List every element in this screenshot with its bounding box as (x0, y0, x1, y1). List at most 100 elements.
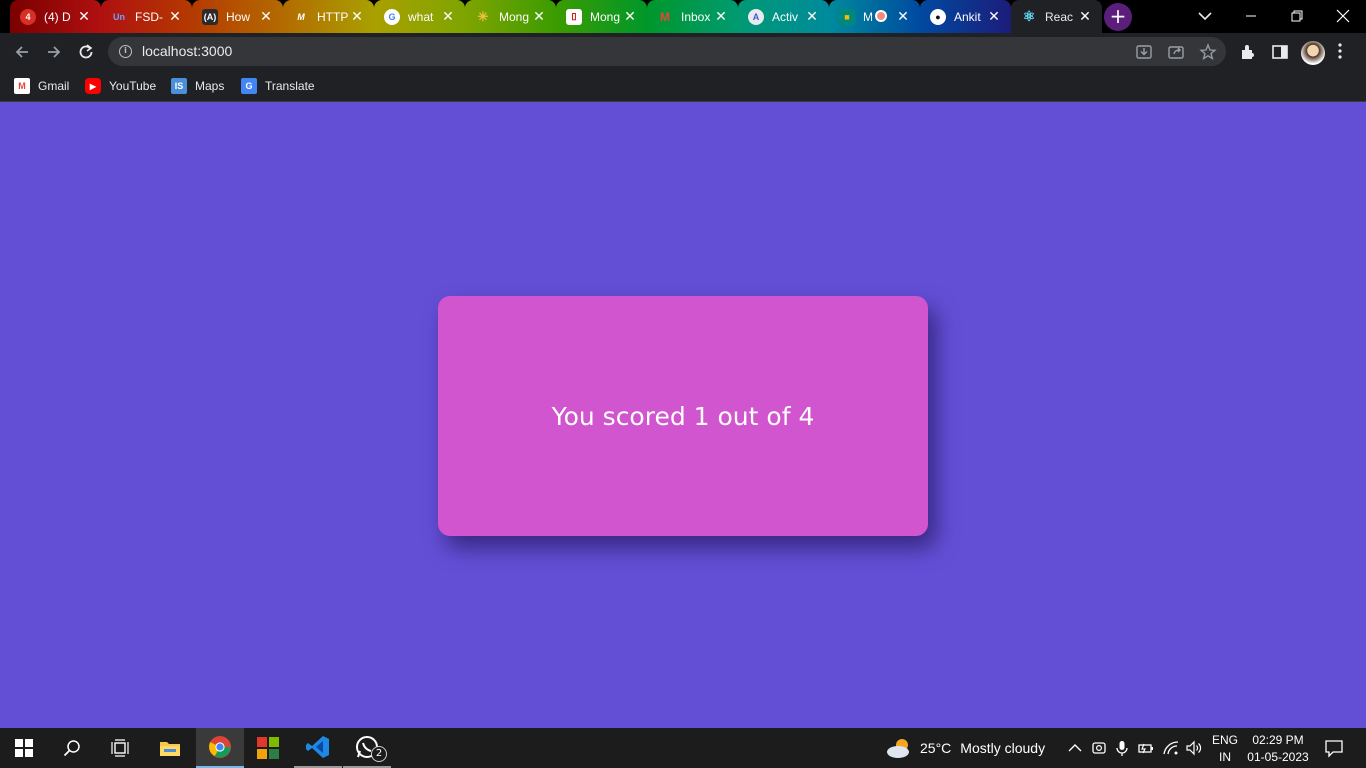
bookmark-label: Gmail (38, 79, 70, 93)
tab-4[interactable]: G what ✕ (374, 0, 465, 33)
profile-avatar[interactable] (1301, 41, 1325, 65)
bookmark-maps[interactable]: IS Maps (171, 76, 224, 96)
volume-icon[interactable] (1185, 739, 1203, 757)
new-tab-button[interactable]: + (1104, 3, 1132, 31)
url-text[interactable]: localhost:3000 (142, 43, 232, 59)
clock[interactable]: 02:29 PM 01-05-2023 (1244, 732, 1312, 766)
github-icon: ● (930, 8, 946, 25)
notification-center-icon[interactable] (1324, 738, 1344, 758)
sparkle-icon: ✳ (477, 8, 489, 24)
gmail-icon: M (14, 78, 30, 94)
tab-10[interactable]: ● Ankit ✕ (920, 0, 1011, 33)
tab-5[interactable]: ✳ Mong ✕ (465, 0, 556, 33)
tab-1[interactable]: Un FSD- ✕ (101, 0, 192, 33)
tab-title: How (226, 9, 251, 24)
bookmark-page-icon: ▯ (566, 8, 582, 25)
score-text: You scored 1 out of 4 (551, 401, 815, 431)
file-explorer-button[interactable] (146, 728, 194, 768)
close-window-button[interactable] (1320, 0, 1366, 33)
wifi-icon[interactable] (1162, 739, 1180, 757)
chevron-up-icon[interactable] (1066, 739, 1084, 757)
office-icon (257, 737, 279, 759)
meet-icon: ■ (839, 8, 855, 25)
bookmark-translate[interactable]: G Translate (241, 76, 315, 96)
install-app-icon[interactable] (1135, 43, 1153, 61)
page-viewport: You scored 1 out of 4 (0, 102, 1366, 728)
notification-badge: 2 (371, 746, 387, 762)
tab-list: 4 (4) D ✕ Un FSD- ✕ (A) How ✕ M HTTP ✕ G… (10, 0, 1102, 33)
task-view-button[interactable] (96, 728, 144, 768)
clock-time: 02:29 PM (1252, 733, 1304, 747)
react-icon: ⚛ (1022, 8, 1036, 24)
restore-button[interactable] (1274, 0, 1320, 33)
windows-taskbar: 2 25°C Mostly cloudy ENG IN 02:29 PM 01-… (0, 728, 1366, 768)
close-icon[interactable]: ✕ (76, 8, 92, 24)
back-button[interactable] (8, 39, 36, 65)
extensions-icon[interactable] (1238, 42, 1258, 62)
close-icon[interactable]: ✕ (258, 8, 274, 24)
info-icon[interactable]: i (119, 45, 132, 58)
close-icon[interactable]: ✕ (349, 8, 365, 24)
input-language[interactable]: ENG IN (1212, 732, 1238, 766)
close-icon[interactable]: ✕ (1077, 8, 1093, 24)
close-icon[interactable]: ✕ (804, 8, 820, 24)
tab-title: Inbox (681, 9, 711, 24)
reload-button[interactable] (72, 39, 100, 65)
start-button[interactable] (0, 728, 48, 768)
tab-3[interactable]: M HTTP ✕ (283, 0, 374, 33)
bookmark-youtube[interactable]: ▶ YouTube (85, 76, 156, 96)
whatsapp-taskbar-button[interactable]: 2 (343, 728, 391, 768)
tab-title: HTTP (317, 9, 349, 24)
star-icon[interactable] (1199, 43, 1217, 61)
bookmark-label: YouTube (109, 79, 157, 93)
tab-title: Mong (499, 9, 530, 24)
search-button[interactable] (48, 728, 96, 768)
battery-icon[interactable] (1137, 739, 1155, 757)
chrome-taskbar-button[interactable] (196, 728, 244, 768)
region-code: IN (1219, 750, 1231, 764)
vscode-taskbar-button[interactable] (294, 728, 342, 768)
notification-badge-icon: 4 (20, 8, 36, 25)
microphone-icon[interactable] (1113, 739, 1131, 757)
share-icon[interactable] (1167, 43, 1185, 61)
close-icon[interactable]: ✕ (895, 8, 911, 24)
tab-title: (4) D (44, 9, 71, 24)
minimize-button[interactable] (1228, 0, 1274, 33)
tab-0[interactable]: 4 (4) D ✕ (10, 0, 101, 33)
forward-button[interactable] (40, 39, 68, 65)
tab-6[interactable]: ▯ Mong ✕ (556, 0, 647, 33)
tab-11-active[interactable]: ⚛ Reac ✕ (1011, 0, 1102, 33)
bookmark-label: Maps (195, 79, 225, 93)
close-icon[interactable]: ✕ (622, 8, 638, 24)
close-icon[interactable]: ✕ (167, 8, 183, 24)
maps-icon: IS (171, 78, 187, 94)
youtube-icon: ▶ (85, 78, 101, 94)
clock-date: 01-05-2023 (1247, 750, 1309, 764)
google-icon: G (384, 8, 400, 25)
weather-widget[interactable]: 25°C Mostly cloudy (886, 737, 1045, 759)
weather-temperature: 25°C (920, 740, 952, 756)
close-icon[interactable]: ✕ (713, 8, 729, 24)
close-icon[interactable]: ✕ (986, 8, 1002, 24)
tab-9[interactable]: ■ M ✕ (829, 0, 920, 33)
atlas-icon: A (748, 8, 764, 25)
close-icon[interactable]: ✕ (440, 8, 456, 24)
address-bar[interactable]: i localhost:3000 (108, 37, 1226, 66)
chrome-icon (209, 736, 231, 758)
search-icon (63, 740, 80, 757)
gmail-icon: M (660, 9, 670, 24)
camera-icon[interactable] (1090, 739, 1108, 757)
medium-icon: M (297, 11, 305, 22)
recording-icon (875, 10, 887, 22)
browser-toolbar: i localhost:3000 (0, 33, 1366, 70)
chevron-down-icon[interactable] (1196, 6, 1214, 26)
tab-8[interactable]: A Activ ✕ (738, 0, 829, 33)
close-icon[interactable]: ✕ (531, 8, 547, 24)
tab-2[interactable]: (A) How ✕ (192, 0, 283, 33)
bookmark-gmail[interactable]: M Gmail (14, 76, 69, 96)
reload-icon (79, 44, 93, 59)
tab-7[interactable]: M Inbox ✕ (647, 0, 738, 33)
side-panel-icon[interactable] (1270, 42, 1290, 62)
more-menu-icon[interactable] (1337, 42, 1343, 60)
office-taskbar-button[interactable] (244, 728, 292, 768)
